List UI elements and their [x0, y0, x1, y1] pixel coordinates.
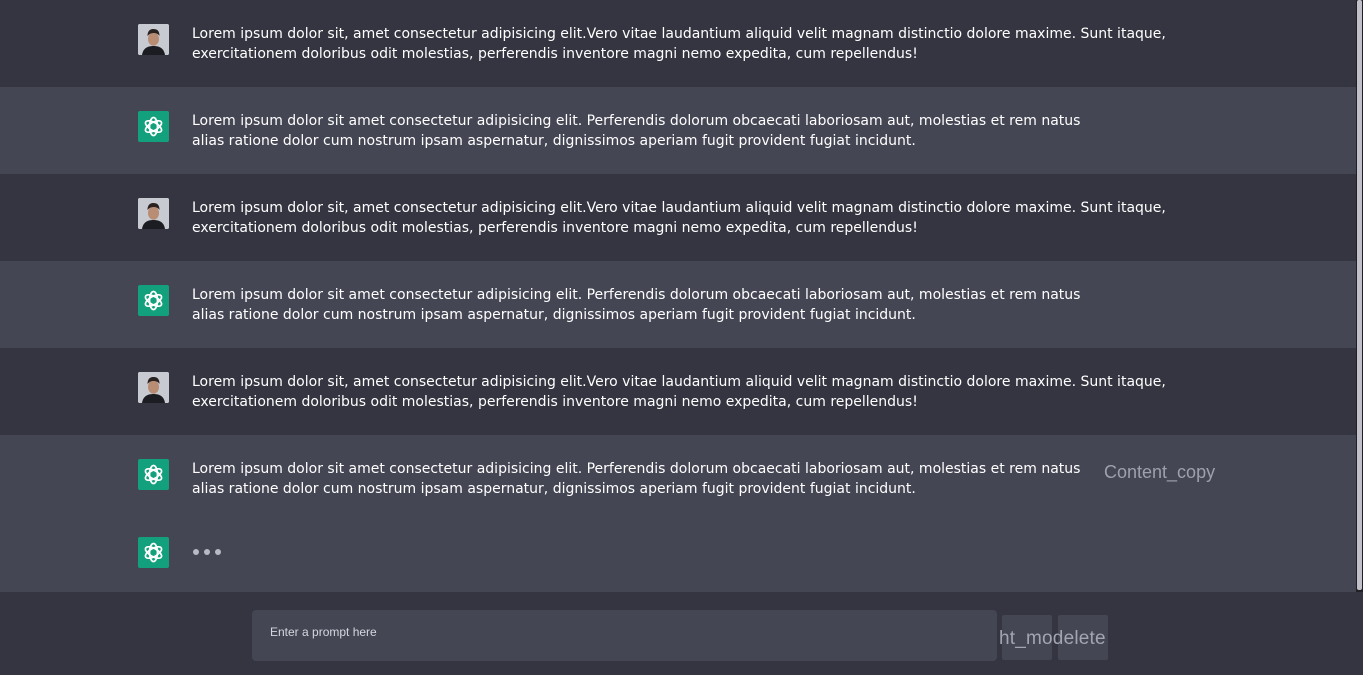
openai-logo-icon — [138, 285, 169, 316]
openai-logo-icon — [138, 459, 169, 490]
prompt-input[interactable] — [252, 610, 997, 661]
user-avatar-icon — [138, 372, 169, 403]
chat-log: Lorem ipsum dolor sit, amet consectetur … — [0, 0, 1356, 592]
message-line: Lorem ipsum dolor sit amet consectetur a… — [192, 461, 1081, 477]
message-line: exercitationem doloribus odit molestias,… — [192, 46, 918, 62]
message-row-user-3: Lorem ipsum dolor sit, amet consectetur … — [0, 348, 1356, 435]
message-text: Lorem ipsum dolor sit amet consectetur a… — [192, 459, 1080, 499]
message-row-user-1: Lorem ipsum dolor sit, amet consectetur … — [0, 0, 1356, 87]
composer-bar: ht_modelete — [0, 592, 1363, 675]
chat-app: Lorem ipsum dolor sit, amet consectetur … — [0, 0, 1363, 675]
typing-indicator-row — [0, 522, 1356, 592]
message-text: Lorem ipsum dolor sit amet consectetur a… — [192, 285, 1080, 325]
message-row-assistant-2: Lorem ipsum dolor sit amet consectetur a… — [0, 261, 1356, 348]
typing-dot — [193, 549, 199, 555]
message-line: Lorem ipsum dolor sit amet consectetur a… — [192, 113, 1081, 129]
message-line: alias ratione dolor cum nostrum ipsam as… — [192, 133, 916, 149]
button-icon-labels: ht_modelete — [999, 628, 1106, 649]
openai-logo-icon — [138, 111, 169, 142]
message-line: Lorem ipsum dolor sit, amet consectetur … — [192, 200, 1166, 216]
message-row-assistant-3: Lorem ipsum dolor sit amet consectetur a… — [0, 435, 1356, 522]
openai-logo-icon — [138, 537, 169, 568]
scrollbar-thumb[interactable] — [1357, 0, 1362, 590]
message-text: Lorem ipsum dolor sit, amet consectetur … — [192, 24, 1166, 64]
typing-dot — [215, 549, 221, 555]
message-text: Lorem ipsum dolor sit, amet consectetur … — [192, 372, 1166, 412]
message-line: alias ratione dolor cum nostrum ipsam as… — [192, 307, 916, 323]
message-line: Lorem ipsum dolor sit amet consectetur a… — [192, 287, 1081, 303]
message-row-assistant-1: Lorem ipsum dolor sit amet consectetur a… — [0, 87, 1356, 174]
message-line: exercitationem doloribus odit molestias,… — [192, 220, 918, 236]
typing-dots-icon — [193, 549, 221, 557]
message-line: alias ratione dolor cum nostrum ipsam as… — [192, 481, 916, 497]
message-line: Lorem ipsum dolor sit, amet consectetur … — [192, 374, 1166, 390]
user-avatar-icon — [138, 198, 169, 229]
message-text: Lorem ipsum dolor sit, amet consectetur … — [192, 198, 1166, 238]
user-avatar-icon — [138, 24, 169, 55]
content-copy-icon[interactable]: Content_copy — [1104, 462, 1215, 483]
message-line: Lorem ipsum dolor sit, amet consectetur … — [192, 26, 1166, 42]
message-line: exercitationem doloribus odit molestias,… — [192, 394, 918, 410]
typing-dot — [204, 549, 210, 555]
message-text: Lorem ipsum dolor sit amet consectetur a… — [192, 111, 1080, 151]
message-row-user-2: Lorem ipsum dolor sit, amet consectetur … — [0, 174, 1356, 261]
